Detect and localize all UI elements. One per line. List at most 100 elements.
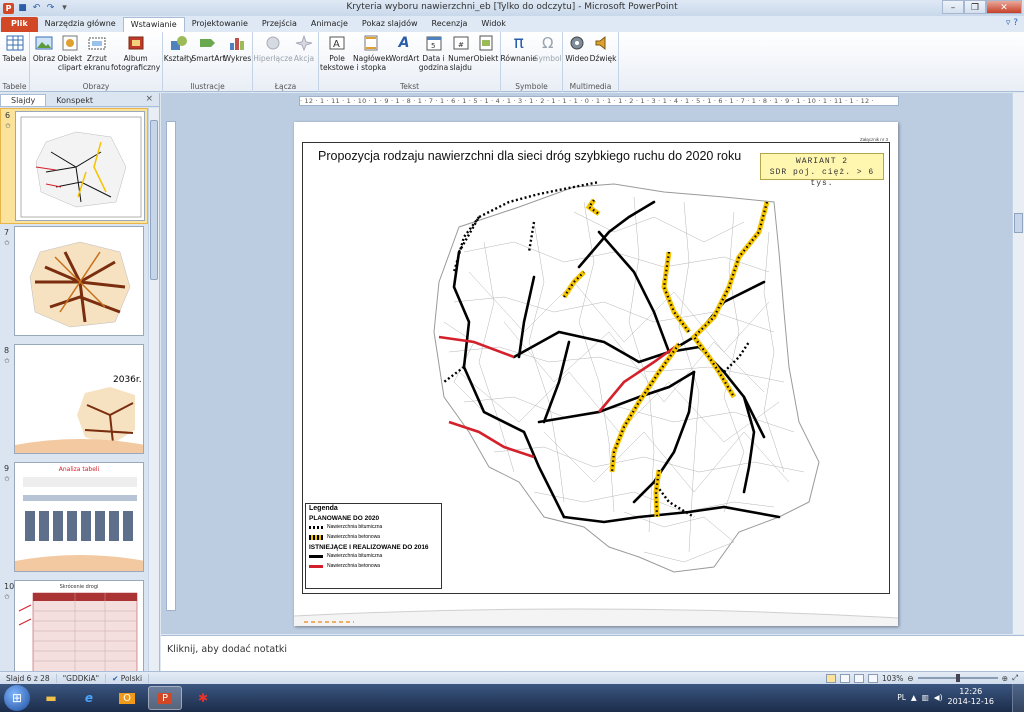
taskbar-ie[interactable]: e [72,686,106,710]
header-footer-button[interactable]: Nagłówek i stopka [353,34,390,72]
close-button[interactable]: ✕ [986,0,1022,14]
zoom-in-icon[interactable]: ⊕ [1002,674,1008,683]
date: 2014-12-16 [947,697,995,706]
slide-number: 10 [4,582,15,591]
picture-button[interactable]: Obraz [33,34,55,63]
textbox-icon: A [328,34,346,52]
network-icon[interactable]: ▥ [922,693,929,702]
transition-icon: ✩ [4,475,10,483]
red-app-icon: ✱ [197,691,209,705]
slide-thumbnail-6[interactable]: 6 ✩ [0,108,148,224]
screenshot-button[interactable]: Zrzut ekranu [84,34,110,72]
tab-slides[interactable]: Slajdy [0,94,47,106]
maximize-button[interactable]: ❐ [964,0,986,14]
close-pane-icon[interactable]: × [145,94,153,104]
action-button[interactable]: Akcja [293,34,315,63]
video-button[interactable]: Wideo [565,34,589,63]
slideshow-view-button[interactable] [867,673,878,683]
slide-thumbnail-8[interactable]: 8 ✩ 2036r. [0,344,148,460]
slide-number: 6 [5,111,11,120]
notes-pane[interactable]: Kliknij, aby dodać notatki [161,635,1024,671]
tab-slideshow[interactable]: Pokaz slajdów [355,17,425,32]
picture-label: Obraz [32,54,56,63]
transition-icon: ✩ [5,122,11,130]
language-indicator[interactable]: PL [897,693,906,702]
slide-scrollbar[interactable] [1012,93,1024,634]
minimize-button[interactable]: – [942,0,964,14]
textbox-button[interactable]: A Pole tekstowe [320,34,354,72]
powerpoint-icon: P [157,692,173,704]
date-time-button[interactable]: 5 Data i godzina [419,34,448,72]
group-images: Obraz Obiekt clipart Zrzut ekranu Album … [30,32,163,92]
thumb-table-10 [18,592,138,671]
system-tray: PL ▲ ▥ ◀) 12:26 2014-12-16 [897,687,994,707]
clipart-icon [61,34,79,52]
current-slide[interactable]: Załącznik nr 3 Propozycja rodzaju nawier… [294,122,898,626]
group-label-tables: Tabele [2,82,27,91]
zoom-slider-thumb[interactable] [955,674,960,682]
tab-transitions[interactable]: Przejścia [255,17,304,32]
zoom-controls: 103% ⊖ ⊕ ⤢ [825,673,1018,683]
tab-animations[interactable]: Animacje [304,17,355,32]
taskbar-app[interactable]: ✱ [186,686,220,710]
thumbnails-scrollbar[interactable] [148,108,159,671]
normal-view-button[interactable] [825,673,836,683]
help-icon[interactable]: ▿ ? [1006,18,1018,28]
thumb-label: Analiza tabeli [58,466,100,473]
object-button[interactable]: Obiekt [474,34,498,63]
smartart-button[interactable]: SmartArt [192,34,225,63]
thumbnail-image [15,111,145,221]
solid-red-swatch [309,564,323,568]
horizontal-ruler[interactable]: · 12 · 1 · 11 · 1 · 10 · 1 · 9 · 1 · 8 ·… [299,96,899,106]
slide-sorter-view-button[interactable] [839,673,850,683]
slide-thumbnail-7[interactable]: 7 ✩ [0,226,148,342]
transition-icon: ✩ [4,239,10,247]
tab-outline[interactable]: Konspekt [46,95,103,106]
shapes-button[interactable]: Kształty [164,34,194,63]
fit-to-window-icon[interactable]: ⤢ [1012,673,1018,683]
scrollbar-thumb[interactable] [150,120,158,280]
road-network-map[interactable] [424,172,844,602]
zoom-out-icon[interactable]: ⊖ [907,674,913,683]
video-label: Wideo [565,54,589,63]
symbol-button[interactable]: Ω Symbol [534,34,562,63]
slide-thumbnail-10[interactable]: 10 ✩ Skrócenie drogi [0,580,148,671]
audio-button[interactable]: Dźwięk [590,34,616,63]
hyperlink-icon [264,34,282,52]
tab-review[interactable]: Recenzja [425,17,475,32]
slide-thumbnail-9[interactable]: 9 ✩ Analiza tabeli [0,462,148,578]
thumbnail-image: 2036r. [14,344,144,454]
vertical-ruler[interactable] [166,121,176,611]
tab-insert[interactable]: Wstawianie [122,17,185,32]
show-desktop-button[interactable] [1012,684,1024,712]
language-indicator[interactable]: ✔ Polski [106,673,150,683]
equation-button[interactable]: π Równanie [501,34,537,63]
start-button[interactable]: ⊞ [4,685,30,711]
tab-design[interactable]: Projektowanie [185,17,255,32]
scrollbar-thumb[interactable] [1014,213,1023,233]
zoom-slider[interactable] [917,674,998,682]
clock[interactable]: 12:26 2014-12-16 [948,687,995,707]
reading-view-button[interactable] [853,673,864,683]
taskbar-powerpoint[interactable]: P [148,686,182,710]
taskbar-outlook[interactable]: O [110,686,144,710]
zoom-level[interactable]: 103% [882,674,903,683]
volume-icon[interactable]: ◀) [934,693,943,702]
slide-title[interactable]: Propozycja rodzaju nawierzchni dla sieci… [318,149,741,163]
group-tables: Tabela Tabele [0,32,30,92]
chart-button[interactable]: Wykres [224,34,251,63]
tab-file[interactable]: Plik [1,17,38,32]
tab-view[interactable]: Widok [474,17,513,32]
clipart-button[interactable]: Obiekt clipart [57,34,82,72]
legend-section-planned: PLANOWANE DO 2020 [309,515,380,522]
table-button[interactable]: Tabela [3,34,27,63]
tab-home[interactable]: Narzędzia główne [38,17,123,32]
slide-number-button[interactable]: # Numer slajdu [448,34,473,72]
chart-icon [228,34,246,52]
tray-arrow-icon[interactable]: ▲ [911,693,917,702]
theme-name[interactable]: "GDDKiA" [57,673,107,683]
photo-album-button[interactable]: Album fotograficzny [111,34,160,72]
taskbar-explorer[interactable]: ▬ [34,686,68,710]
wordart-button[interactable]: A WordArt [389,34,419,64]
hyperlink-button[interactable]: Hiperłącze [253,34,293,63]
